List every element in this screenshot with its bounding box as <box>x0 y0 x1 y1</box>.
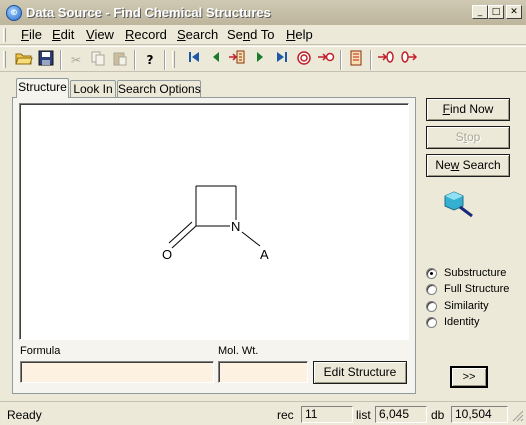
radio-full-structure[interactable]: Full Structure <box>426 282 516 298</box>
rec-label: rec <box>277 408 294 422</box>
radio-button[interactable] <box>426 301 437 312</box>
structure-drawing: O N A <box>162 185 269 262</box>
toolbar: ✂ ? <box>0 46 526 72</box>
toolbar-grip <box>172 51 175 68</box>
rec-value: 11 <box>301 406 353 423</box>
browse-icon[interactable] <box>316 50 336 70</box>
radio-button[interactable] <box>426 284 437 295</box>
menu-search[interactable]: Search <box>176 27 219 42</box>
toolbar-separator <box>340 50 342 70</box>
mol-wt-label: Mol. Wt. <box>218 345 259 357</box>
menu-help[interactable]: Help <box>285 27 314 42</box>
last-record-icon[interactable] <box>272 50 292 70</box>
atom-label-oxygen: O <box>162 247 172 262</box>
list-icon[interactable] <box>346 50 366 70</box>
toolbar-separator <box>60 50 62 70</box>
radio-button-checked[interactable] <box>426 268 437 279</box>
find-now-button[interactable]: Find Now <box>426 98 510 121</box>
tab-search-options[interactable]: Search Options <box>117 80 201 98</box>
maximize-button[interactable]: □ <box>488 5 504 19</box>
export-icon[interactable] <box>398 50 418 70</box>
radio-substructure[interactable]: Substructure <box>426 266 516 282</box>
menu-file[interactable]: File <box>20 27 43 42</box>
list-label: list <box>356 408 371 422</box>
minimize-button[interactable]: _ <box>472 5 488 19</box>
resize-grip-icon[interactable] <box>510 408 524 422</box>
copy-icon[interactable] <box>88 50 108 70</box>
bond <box>241 231 261 247</box>
menu-grip <box>3 28 6 42</box>
paste-icon[interactable] <box>110 50 130 70</box>
atom-label-any: A <box>260 247 269 262</box>
toolbar-separator <box>164 50 166 70</box>
menu-send-to[interactable]: Send To <box>226 27 275 42</box>
edit-structure-button[interactable]: Edit Structure <box>313 361 407 384</box>
list-value: 6,045 <box>375 406 427 423</box>
substructure-query-icon <box>442 190 476 220</box>
more-options-button[interactable]: >> <box>450 366 488 388</box>
goto-record-icon[interactable] <box>227 50 247 70</box>
toolbar-grip <box>3 51 6 68</box>
menu-bar: File Edit View Record Search Send To Hel… <box>0 25 526 45</box>
previous-record-icon[interactable] <box>206 50 226 70</box>
menu-record[interactable]: Record <box>124 27 168 42</box>
toolbar-separator <box>134 50 136 70</box>
status-bar: Ready rec 11 list 6,045 db 10,504 <box>0 401 526 425</box>
menu-view[interactable]: View <box>85 27 115 42</box>
radio-button[interactable] <box>426 317 437 328</box>
structure-canvas[interactable]: O N A <box>19 103 409 340</box>
new-search-button[interactable]: New Search <box>426 154 510 177</box>
title-bar: © Data Source - Find Chemical Structures… <box>0 0 526 25</box>
status-message: Ready <box>7 408 42 422</box>
tab-structure[interactable]: Structure <box>16 78 69 98</box>
cut-icon[interactable]: ✂ <box>66 50 86 70</box>
target-icon[interactable] <box>294 50 314 70</box>
mol-wt-field[interactable] <box>218 361 308 383</box>
radio-identity[interactable]: Identity <box>426 315 516 331</box>
open-folder-icon[interactable] <box>14 50 34 70</box>
window-title: Data Source - Find Chemical Structures <box>26 5 271 20</box>
db-label: db <box>431 408 445 422</box>
stop-button[interactable]: Stop <box>426 126 510 149</box>
db-value: 10,504 <box>451 406 508 423</box>
next-record-icon[interactable] <box>250 50 270 70</box>
formula-field[interactable] <box>20 361 214 383</box>
help-question-icon[interactable]: ? <box>140 50 160 70</box>
radio-similarity[interactable]: Similarity <box>426 299 516 315</box>
atom-label-nitrogen: N <box>231 219 240 234</box>
save-disk-icon[interactable] <box>36 50 56 70</box>
import-icon[interactable] <box>376 50 396 70</box>
formula-label: Formula <box>20 345 61 357</box>
tab-look-in[interactable]: Look In <box>70 80 116 98</box>
close-button[interactable]: ✕ <box>506 5 522 19</box>
first-record-icon[interactable] <box>184 50 204 70</box>
menu-edit[interactable]: Edit <box>51 27 75 42</box>
toolbar-separator <box>370 50 372 70</box>
app-logo-icon: © <box>6 5 22 21</box>
